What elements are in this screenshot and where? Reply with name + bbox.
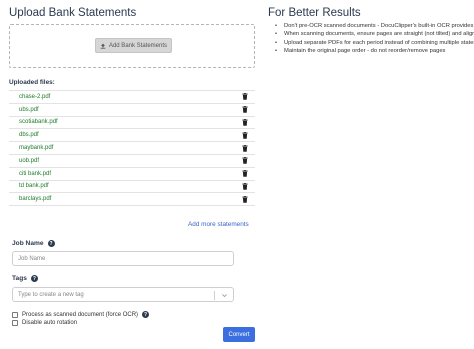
uploaded-files-table: chase-2.pdf ubs.pdf scotiabank.pdf dbs.pdf m… (9, 90, 255, 207)
trash-icon[interactable] (242, 93, 248, 101)
auto-rotation-option: Disable auto rotation (12, 320, 77, 326)
file-name-link[interactable]: citi bank.pdf (9, 166, 235, 181)
trash-icon[interactable] (242, 195, 248, 203)
job-name-placeholder: Job Name (18, 255, 46, 262)
delete-file-cell (235, 179, 255, 193)
file-name-link[interactable]: dbs.pdf (9, 128, 235, 142)
add-bank-statements-label: Add Bank Statements (108, 42, 168, 49)
file-row: td bank.pdf (9, 179, 255, 193)
delete-file-cell (235, 166, 255, 181)
delete-file-cell (235, 141, 255, 155)
upload-title: Upload Bank Statements (9, 7, 137, 19)
tips-title: For Better Results (268, 7, 361, 19)
file-row: citi bank.pdf (9, 166, 255, 181)
delete-file-cell (235, 115, 255, 129)
trash-icon[interactable] (242, 144, 248, 152)
tags-label-text: Tags (12, 275, 27, 282)
trash-icon[interactable] (242, 157, 248, 165)
tip-item: When scanning documents, ensure pages ar… (271, 30, 474, 38)
tip-item: Upload separate PDFs for each period ins… (271, 39, 474, 47)
add-more-statements-link[interactable]: Add more statements (188, 221, 249, 228)
tags-label: Tags ? (12, 275, 38, 282)
uploaded-files-label: Uploaded files: (9, 79, 55, 86)
trash-icon[interactable] (242, 131, 248, 139)
add-bank-statements-button[interactable]: Add Bank Statements (95, 38, 172, 53)
upload-icon (100, 43, 106, 49)
help-icon[interactable]: ? (142, 311, 150, 318)
file-row: dbs.pdf (9, 128, 255, 142)
delete-file-cell (235, 153, 255, 168)
help-icon[interactable]: ? (30, 275, 38, 282)
file-row: scotiabank.pdf (9, 115, 255, 129)
trash-icon[interactable] (242, 182, 248, 190)
file-name-link[interactable]: td bank.pdf (9, 179, 235, 193)
tags-separator (214, 291, 215, 300)
delete-file-cell (235, 192, 255, 207)
file-name-link[interactable]: uob.pdf (9, 153, 235, 168)
file-name-link[interactable]: ubs.pdf (9, 102, 235, 117)
file-name-link[interactable]: chase-2.pdf (9, 90, 235, 104)
scanned-document-option: Process as scanned document (force OCR) … (12, 311, 150, 318)
auto-rotation-checkbox[interactable] (12, 320, 18, 326)
tags-placeholder: Type to create a new tag (18, 291, 84, 298)
file-row: barclays.pdf (9, 192, 255, 207)
file-row: chase-2.pdf (9, 90, 255, 104)
tags-select[interactable]: Type to create a new tag (12, 287, 234, 302)
file-name-link[interactable]: barclays.pdf (9, 192, 235, 207)
file-row: ubs.pdf (9, 102, 255, 117)
file-name-link[interactable]: scotiabank.pdf (9, 115, 235, 129)
help-icon[interactable]: ? (47, 240, 55, 247)
scanned-document-label: Process as scanned document (force OCR) (22, 311, 139, 318)
trash-icon[interactable] (242, 170, 248, 177)
trash-icon[interactable] (242, 118, 248, 126)
tip-item: Don't pre-OCR scanned documents - DocuCl… (271, 22, 474, 30)
chevron-down-icon[interactable] (221, 292, 228, 299)
scanned-document-checkbox[interactable] (12, 311, 18, 318)
file-row: maybank.pdf (9, 141, 255, 155)
file-name-link[interactable]: maybank.pdf (9, 141, 235, 155)
delete-file-cell (235, 102, 255, 117)
tips-list: Don't pre-OCR scanned documents - DocuCl… (271, 22, 474, 56)
job-name-label: Job Name ? (12, 240, 55, 247)
delete-file-cell (235, 90, 255, 104)
trash-icon[interactable] (242, 106, 248, 113)
job-name-input[interactable]: Job Name (12, 251, 234, 266)
convert-button[interactable]: Convert (223, 327, 255, 342)
auto-rotation-label: Disable auto rotation (22, 320, 78, 326)
tip-item: Maintain the original page order - do no… (271, 47, 474, 55)
file-row: uob.pdf (9, 153, 255, 168)
delete-file-cell (235, 128, 255, 142)
job-name-label-text: Job Name (12, 240, 44, 247)
dropzone[interactable]: Add Bank Statements (9, 24, 255, 68)
